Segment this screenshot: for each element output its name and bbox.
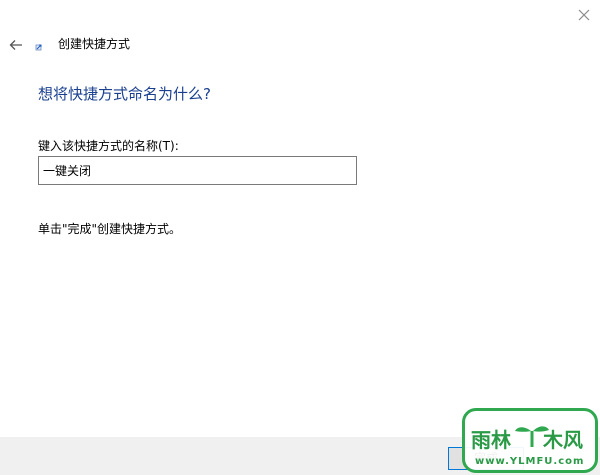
- instruction-text: 单击"完成"创建快捷方式。: [38, 222, 182, 236]
- shortcut-name-input[interactable]: [38, 156, 357, 185]
- close-button[interactable]: [570, 2, 598, 28]
- wizard-title: 创建快捷方式: [58, 37, 131, 51]
- svg-text:www.YLMFU.com: www.YLMFU.com: [475, 456, 584, 467]
- svg-text:木风: 木风: [542, 428, 583, 452]
- svg-text:雨林: 雨林: [471, 428, 511, 452]
- close-icon: [578, 9, 590, 21]
- shortcut-name-label: 键入该快捷方式的名称(T):: [38, 139, 179, 153]
- back-arrow-icon: [9, 40, 22, 50]
- back-button[interactable]: [6, 35, 26, 55]
- page-heading: 想将快捷方式命名为什么?: [38, 85, 211, 103]
- shortcut-icon: [35, 44, 42, 51]
- watermark-logo: 雨林 木风 www.YLMFU.com: [462, 408, 598, 473]
